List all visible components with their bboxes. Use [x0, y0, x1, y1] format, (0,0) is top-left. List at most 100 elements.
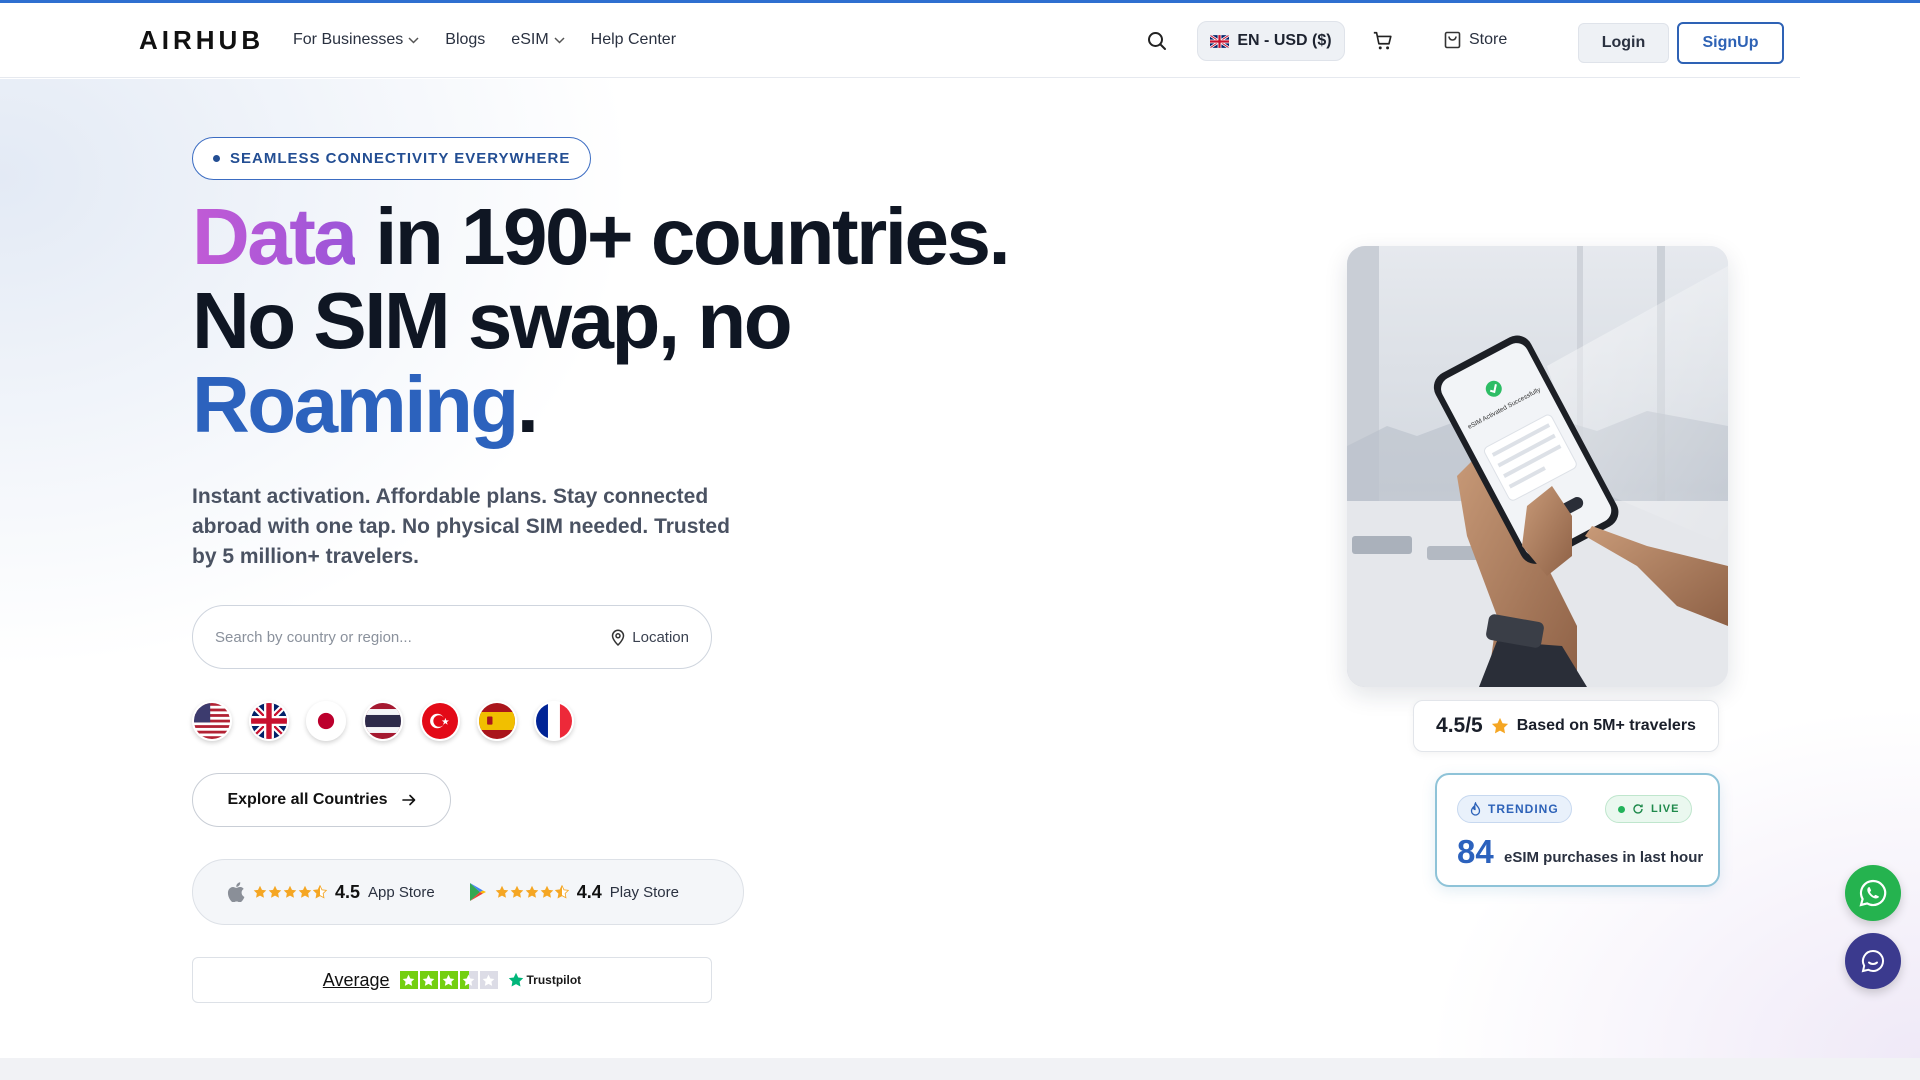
chat-icon	[1861, 949, 1885, 973]
country-search: Location	[192, 605, 712, 669]
star-icon	[495, 885, 509, 898]
play-store-rating[interactable]: 4.4 Play Store	[469, 882, 679, 903]
trustpilot-brand: Trustpilot	[526, 973, 582, 987]
store-link[interactable]: Store	[1444, 31, 1507, 49]
site-header: AIRHUB For Businesses Blogs eSIM Help Ce…	[0, 3, 1800, 78]
flag-united-kingdom[interactable]	[249, 701, 289, 741]
star-icon	[1491, 717, 1508, 734]
arrow-right-icon	[401, 794, 415, 806]
whatsapp-button[interactable]	[1845, 865, 1901, 921]
star-icon	[510, 885, 524, 898]
search-icon[interactable]	[1145, 29, 1169, 53]
live-badge: LIVE	[1605, 795, 1693, 823]
play-store-stars	[495, 885, 569, 899]
us-flag-icon	[194, 703, 230, 739]
nav-blogs[interactable]: Blogs	[445, 31, 485, 49]
nav-for-businesses[interactable]: For Businesses	[293, 31, 419, 49]
half-star-icon	[313, 885, 327, 899]
flag-japan[interactable]	[306, 701, 346, 741]
uk-flag-icon	[1210, 34, 1230, 48]
hero-headline: Data in 190+ countries. No SIM swap, no …	[192, 195, 1092, 447]
live-dot	[1618, 805, 1625, 813]
trustpilot-star-icon	[508, 972, 523, 987]
rating-score: 4.5/5	[1436, 714, 1483, 737]
next-section-edge	[0, 1058, 1920, 1080]
chevron-down-icon	[408, 36, 419, 44]
language-currency-selector[interactable]: EN - USD ($)	[1197, 21, 1345, 61]
badge-dot	[213, 155, 220, 162]
store-label: Store	[1469, 31, 1508, 48]
star-icon	[525, 885, 539, 898]
tp-empty-star-icon	[479, 971, 498, 989]
store-icon	[1444, 31, 1461, 49]
france-flag-icon	[536, 703, 572, 739]
explore-countries-button[interactable]: Explore all Countries	[192, 773, 451, 827]
app-ratings: 4.5 App Store 4.4 Play Store	[192, 859, 744, 925]
flag-france[interactable]	[534, 701, 574, 741]
trustpilot-widget[interactable]: Average Trustpilot	[192, 957, 712, 1003]
login-button[interactable]: Login	[1578, 23, 1669, 63]
signup-button[interactable]: SignUp	[1677, 22, 1784, 64]
language-label: EN - USD ($)	[1237, 32, 1332, 49]
location-pin-icon	[612, 629, 625, 646]
tp-star-icon	[439, 971, 458, 989]
chat-button[interactable]	[1845, 933, 1901, 989]
app-store-rating[interactable]: 4.5 App Store	[227, 882, 435, 903]
rating-description: Based on 5M+ travelers	[1516, 717, 1696, 734]
nav-label: For Businesses	[293, 31, 404, 48]
main-nav: For Businesses Blogs eSIM Help Center	[293, 31, 702, 49]
hero-badge: SEAMLESS CONNECTIVITY EVERYWHERE	[192, 137, 592, 180]
headline-line2: No SIM swap, no	[192, 276, 793, 365]
airhub-logo[interactable]: AIRHUB	[139, 25, 264, 56]
refresh-icon	[1633, 804, 1643, 814]
flag-spain[interactable]	[477, 701, 517, 741]
headline-highlight-data: Data	[192, 192, 358, 281]
app-store-score: 4.5	[335, 881, 361, 902]
trending-purchases-card: TRENDING LIVE 84 eSIM purchases in last …	[1435, 773, 1720, 887]
tp-half-star-icon	[459, 971, 478, 989]
flame-icon	[1470, 802, 1481, 816]
apple-icon	[227, 882, 245, 902]
nav-help-center[interactable]: Help Center	[591, 31, 676, 49]
google-play-icon	[469, 883, 486, 901]
japan-flag-icon	[308, 703, 344, 739]
live-label: LIVE	[1651, 803, 1680, 815]
headline-line1: in 190+ countries.	[355, 192, 1011, 281]
location-button[interactable]: Location	[611, 629, 689, 646]
hero-phone-image: eSIM Activated Successfully	[1347, 246, 1728, 687]
purchase-count: 84	[1457, 833, 1494, 870]
spain-flag-icon	[479, 703, 515, 739]
play-store-score: 4.4	[576, 881, 602, 902]
flag-united-states[interactable]	[192, 701, 232, 741]
tp-star-icon	[399, 971, 418, 989]
turkey-flag-icon	[422, 703, 458, 739]
flag-turkey[interactable]	[420, 701, 460, 741]
nav-esim[interactable]: eSIM	[511, 31, 565, 49]
flag-thailand[interactable]	[363, 701, 403, 741]
nav-label: Help Center	[590, 31, 677, 48]
app-store-stars	[253, 885, 327, 899]
trending-badge: TRENDING	[1457, 795, 1572, 823]
chevron-down-icon	[554, 36, 565, 44]
cart-icon[interactable]	[1372, 30, 1394, 52]
star-icon	[283, 885, 297, 898]
thailand-flag-icon	[365, 703, 401, 739]
star-icon	[268, 885, 282, 898]
headline-highlight-roaming: Roaming	[192, 360, 519, 449]
badge-text: SEAMLESS CONNECTIVITY EVERYWHERE	[230, 150, 571, 167]
uk-flag-icon	[251, 703, 287, 739]
nav-label: Blogs	[445, 31, 486, 48]
trustpilot-stars	[399, 971, 498, 989]
hero-subtext: Instant activation. Affordable plans. St…	[192, 485, 730, 568]
nav-label: eSIM	[511, 31, 549, 48]
phone-in-hand-illustration: eSIM Activated Successfully	[1347, 246, 1728, 687]
purchase-count-label: eSIM purchases in last hour	[1504, 849, 1704, 866]
half-star-icon	[554, 885, 569, 899]
headline-period: .	[516, 360, 539, 449]
tp-star-icon	[419, 971, 438, 989]
whatsapp-icon	[1859, 879, 1887, 907]
app-store-label: App Store	[368, 883, 435, 901]
trustpilot-logo: Trustpilot	[508, 972, 582, 988]
country-search-input[interactable]	[215, 628, 612, 646]
play-store-label: Play Store	[609, 883, 679, 901]
